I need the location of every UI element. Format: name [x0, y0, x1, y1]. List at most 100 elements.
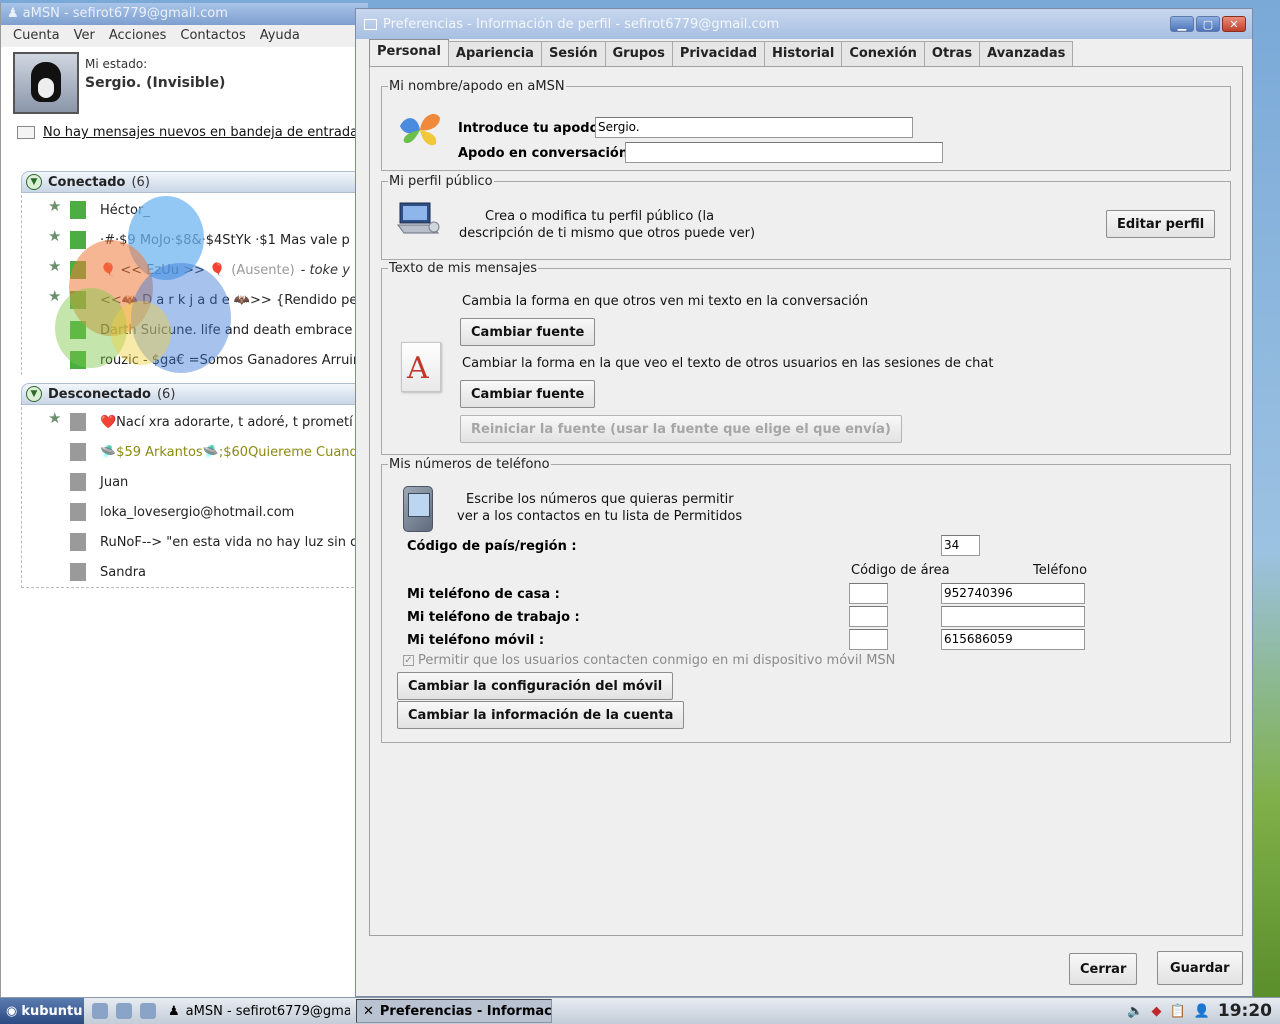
- profile-legend: Mi perfil público: [389, 174, 493, 189]
- phone-section: Mis números de teléfono Escribe los núme…: [381, 457, 1231, 743]
- contact-name: Juan: [100, 474, 129, 490]
- start-label: kubuntu: [21, 1003, 83, 1019]
- work-area-input[interactable]: [849, 606, 888, 627]
- tab-personal[interactable]: Personal: [369, 39, 449, 66]
- font-text-1: Cambia la forma en que otros ven mi text…: [462, 294, 869, 309]
- computer-icon: [397, 202, 440, 234]
- profile-text: Crea o modifica tu perfil público (la: [485, 209, 715, 224]
- close-button[interactable]: Cerrar: [1069, 953, 1138, 985]
- contact-row[interactable]: Juan: [22, 467, 369, 497]
- amsn-menubar: Cuenta Ver Acciones Contactos Ayuda: [1, 25, 368, 47]
- chat-nick-input[interactable]: [625, 142, 943, 163]
- buddy-offline-icon: [70, 533, 86, 551]
- start-button[interactable]: ◉ kubuntu: [0, 998, 84, 1024]
- font-section: Texto de mis mensajes A Cambia la forma …: [381, 261, 1231, 455]
- mobile-config-button[interactable]: Cambiar la configuración del móvil: [397, 672, 674, 700]
- task-amsn[interactable]: ♟ aMSN - sefirot6779@gmail: [162, 999, 350, 1023]
- mobile-phone-label: Mi teléfono móvil :: [407, 633, 545, 648]
- envelope-icon: [17, 126, 35, 139]
- work-phone-label: Mi teléfono de trabajo :: [407, 610, 580, 625]
- group-online-header[interactable]: ▼ Conectado (6): [21, 171, 369, 193]
- phone-legend: Mis números de teléfono: [389, 457, 550, 472]
- group-offline-name: Desconectado: [48, 386, 151, 402]
- account-info-button[interactable]: Cambiar la información de la cuenta: [397, 701, 685, 729]
- contact-name: loka_lovesergio@hotmail.com: [100, 504, 295, 520]
- dialog-titlebar[interactable]: Preferencias - Información de perfil - s…: [356, 9, 1252, 39]
- contact-row[interactable]: RuNoF--> "en esta vida no hay luz sin os…: [22, 527, 369, 557]
- minimize-icon[interactable]: ▁: [1170, 16, 1194, 32]
- tab-avanzadas[interactable]: Avanzadas: [979, 41, 1074, 66]
- amsn-titlebar[interactable]: ♟ aMSN - sefirot6779@gmail.com: [1, 3, 368, 25]
- contact-name: ❤️Nací xra adorarte, t adoré, t prometí …: [100, 414, 369, 430]
- home-area-input[interactable]: [849, 583, 888, 604]
- country-code-input[interactable]: 34: [941, 535, 980, 556]
- inbox-link[interactable]: No hay mensajes nuevos en bandeja de ent…: [43, 125, 358, 140]
- phone-text-2: ver a los contactos en tu lista de Permi…: [457, 509, 743, 524]
- browser-icon[interactable]: [140, 1003, 156, 1019]
- tab-apariencia[interactable]: Apariencia: [447, 41, 542, 66]
- chevron-down-icon[interactable]: ▼: [26, 174, 42, 190]
- buddy-offline-icon: [70, 443, 86, 461]
- nick-input[interactable]: Sergio.: [595, 117, 913, 138]
- tab-otras[interactable]: Otras: [923, 41, 981, 66]
- menu-ayuda[interactable]: Ayuda: [260, 25, 300, 47]
- mobile-area-input[interactable]: [849, 629, 888, 650]
- amsn-window: ♟ aMSN - sefirot6779@gmail.com Cuenta Ve…: [0, 3, 369, 997]
- buddy-offline-icon: [70, 503, 86, 521]
- tab-conexion[interactable]: Conexión: [841, 41, 925, 66]
- launcher-icon[interactable]: [92, 1003, 108, 1019]
- work-phone-input[interactable]: [941, 606, 1085, 627]
- allow-mobile-label: Permitir que los usuarios contacten conm…: [418, 653, 896, 668]
- msn-butterfly-icon: [400, 114, 440, 146]
- tab-privacidad[interactable]: Privacidad: [671, 41, 765, 66]
- clock[interactable]: 19:20: [1218, 1001, 1272, 1021]
- home-phone-input[interactable]: 952740396: [941, 583, 1085, 604]
- tab-sesion[interactable]: Sesión: [540, 41, 606, 66]
- group-offline-header[interactable]: ▼ Desconectado (6): [21, 383, 369, 405]
- contact-row[interactable]: Sandra: [22, 557, 369, 587]
- volume-icon[interactable]: 🔈: [1127, 1004, 1143, 1019]
- buddy-offline-icon: [70, 563, 86, 581]
- phone-header: Teléfono: [1033, 563, 1088, 578]
- close-icon[interactable]: ✕: [1222, 16, 1246, 32]
- tab-historial[interactable]: Historial: [764, 41, 843, 66]
- task-amsn-label: aMSN - sefirot6779@gmail: [185, 1003, 350, 1019]
- allow-mobile-checkbox[interactable]: ✓ Permitir que los usuarios contacten co…: [403, 653, 895, 668]
- change-font-button[interactable]: Cambiar fuente: [460, 318, 596, 346]
- menu-acciones[interactable]: Acciones: [109, 25, 167, 47]
- file-manager-icon[interactable]: [116, 1003, 132, 1019]
- nick-legend: Mi nombre/apodo en aMSN: [389, 79, 565, 94]
- group-offline-count: (6): [156, 386, 176, 402]
- x-task-icon: ✕: [363, 1003, 374, 1019]
- nick-section: Mi nombre/apodo en aMSN Introduce tu apo…: [381, 79, 1231, 171]
- save-button[interactable]: Guardar: [1157, 951, 1243, 985]
- home-phone-label: Mi teléfono de casa :: [407, 587, 560, 602]
- menu-contactos[interactable]: Contactos: [180, 25, 245, 47]
- contact-row[interactable]: ★ ❤️Nací xra adorarte, t adoré, t promet…: [22, 407, 369, 437]
- reset-font-button[interactable]: Reiniciar la fuente (usar la fuente que …: [460, 415, 902, 443]
- tux-icon: [31, 62, 61, 102]
- user-icon[interactable]: 👤: [1194, 1004, 1210, 1019]
- profile-text-2: descripción de ti mismo que otros puede …: [459, 226, 756, 241]
- menu-cuenta[interactable]: Cuenta: [13, 25, 60, 47]
- edit-profile-button[interactable]: Editar perfil: [1106, 210, 1216, 238]
- tab-grupos[interactable]: Grupos: [604, 41, 673, 66]
- maximize-icon[interactable]: ▢: [1196, 16, 1220, 32]
- menu-ver[interactable]: Ver: [74, 25, 95, 47]
- avatar[interactable]: [13, 52, 79, 114]
- buddy-offline-icon: [70, 473, 86, 491]
- profile-section: Mi perfil público Crea o modifica tu per…: [381, 174, 1231, 260]
- contact-row[interactable]: loka_lovesergio@hotmail.com: [22, 497, 369, 527]
- clipboard-icon[interactable]: 📋: [1170, 1004, 1186, 1019]
- chevron-down-icon[interactable]: ▼: [26, 386, 42, 402]
- change-incoming-font-button[interactable]: Cambiar fuente: [460, 380, 596, 408]
- tab-panel-personal: Mi nombre/apodo en aMSN Introduce tu apo…: [369, 66, 1243, 936]
- app-icon: ♟: [7, 6, 19, 21]
- mobile-phone-input[interactable]: 615686059: [941, 629, 1085, 650]
- contact-row[interactable]: 🛸$59 Arkantos🛸;$60Quiereme Cuando M: [22, 437, 369, 467]
- mail-row: No hay mensajes nuevos en bandeja de ent…: [17, 125, 358, 140]
- task-preferences[interactable]: ✕ Preferencias - Informac: [356, 999, 552, 1023]
- state-value[interactable]: Sergio. (Invisible): [85, 75, 225, 91]
- window-buttons: ▁ ▢ ✕: [1170, 16, 1252, 32]
- ruby-icon[interactable]: ◆: [1152, 1004, 1162, 1019]
